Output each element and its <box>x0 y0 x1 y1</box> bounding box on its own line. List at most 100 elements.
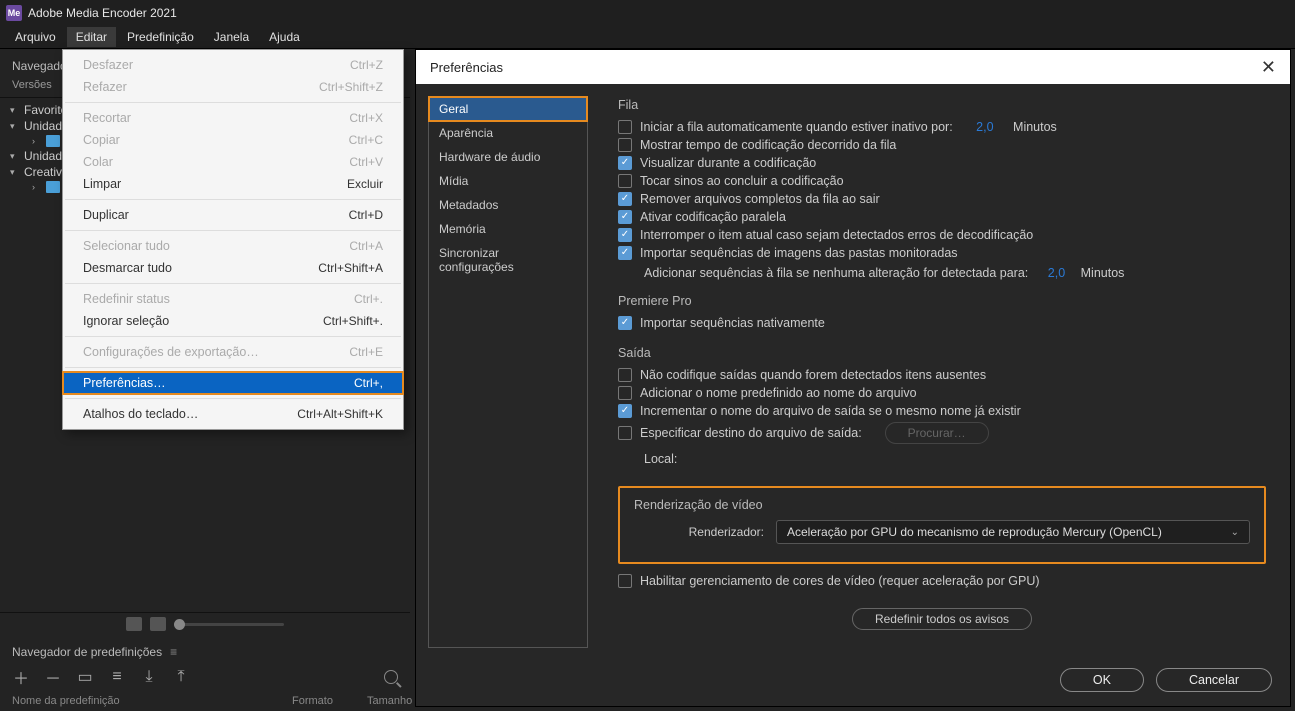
menu-item-ignorar-sele-o[interactable]: Ignorar seleção Ctrl+Shift+. <box>63 310 403 332</box>
menu-item-atalhos-do-teclado[interactable]: Atalhos do teclado…Ctrl+Alt+Shift+K <box>63 403 403 425</box>
menu-item-label: Duplicar <box>83 208 129 222</box>
chk-increment-name[interactable] <box>618 404 632 418</box>
col-size[interactable]: Tamanho <box>367 695 412 707</box>
ok-button[interactable]: OK <box>1060 668 1144 692</box>
cancel-button[interactable]: Cancelar <box>1156 668 1272 692</box>
menu-item-shortcut: Ctrl+, <box>354 376 383 390</box>
menu-arquivo[interactable]: Arquivo <box>6 27 65 47</box>
menu-item-selecionar-tudo: Selecionar tudoCtrl+A <box>63 235 403 257</box>
category-m-dia[interactable]: Mídia <box>429 169 587 193</box>
category-geral[interactable]: Geral <box>429 97 587 121</box>
menu-separator <box>65 283 401 284</box>
menu-predefinicao[interactable]: Predefinição <box>118 27 203 47</box>
menu-item-shortcut: Ctrl+V <box>349 155 383 169</box>
menu-item-redefinir-status: Redefinir statusCtrl+. <box>63 288 403 310</box>
caret-icon: › <box>32 136 42 146</box>
thumb-view-icon[interactable] <box>150 617 166 631</box>
menu-item-limpar[interactable]: LimparExcluir <box>63 173 403 195</box>
chk-add-preset-name[interactable] <box>618 386 632 400</box>
val-add-seq[interactable]: 2,0 <box>1048 266 1065 280</box>
menu-item-label: Atalhos do teclado… <box>83 407 198 421</box>
menu-item-label: Preferências… <box>83 376 166 390</box>
category-sincronizar-configura-es[interactable]: Sincronizar configurações <box>429 241 587 279</box>
section-fila: Fila <box>618 98 1266 112</box>
category-metadados[interactable]: Metadados <box>429 193 587 217</box>
view-toolbar <box>0 613 410 635</box>
category-mem-ria[interactable]: Memória <box>429 217 587 241</box>
chk-stop-err[interactable] <box>618 228 632 242</box>
titlebar: Me Adobe Media Encoder 2021 <box>0 0 1295 26</box>
lbl-color-mgmt: Habilitar gerenciamento de cores de víde… <box>640 574 1040 588</box>
preset-folder-icon[interactable]: ▭ <box>76 669 94 685</box>
chk-specify-dest[interactable] <box>618 426 632 440</box>
unit-add-seq: Minutos <box>1081 266 1125 280</box>
chk-auto-start[interactable] <box>618 120 632 134</box>
lbl-sounds: Tocar sinos ao concluir a codificação <box>640 174 844 188</box>
section-render: Renderização de vídeo <box>634 498 1250 512</box>
settings-pane: Fila Iniciar a fila automaticamente quan… <box>588 84 1290 660</box>
chk-no-encode-missing[interactable] <box>618 368 632 382</box>
reset-warnings-button[interactable]: Redefinir todos os avisos <box>852 608 1032 630</box>
preset-export-icon[interactable]: ⤒ <box>172 669 190 685</box>
add-preset-icon[interactable]: ＋ <box>12 669 30 685</box>
menu-item-desfazer: DesfazerCtrl+Z <box>63 54 403 76</box>
menu-item-label: Redefinir status <box>83 292 170 306</box>
category-list: GeralAparênciaHardware de áudioMídiaMeta… <box>428 96 588 648</box>
menu-separator <box>65 230 401 231</box>
search-icon[interactable] <box>384 670 398 684</box>
val-auto-start[interactable]: 2,0 <box>976 120 993 134</box>
menu-editar[interactable]: Editar <box>67 27 116 47</box>
menu-janela[interactable]: Janela <box>205 27 258 47</box>
browse-button[interactable]: Procurar… <box>885 422 989 444</box>
thumb-size-slider[interactable] <box>174 623 284 626</box>
chk-import-seq[interactable] <box>618 246 632 260</box>
menu-item-desmarcar-tudo[interactable]: Desmarcar tudoCtrl+Shift+A <box>63 257 403 279</box>
chevron-down-icon: ⌄ <box>1231 527 1239 538</box>
preset-settings-icon[interactable]: ≡ <box>108 669 126 685</box>
category-hardware-de-udio[interactable]: Hardware de áudio <box>429 145 587 169</box>
menu-item-duplicar[interactable]: DuplicarCtrl+D <box>63 204 403 226</box>
list-view-icon[interactable] <box>126 617 142 631</box>
lbl-parallel: Ativar codificação paralela <box>640 210 786 224</box>
caret-icon: ▾ <box>10 151 20 162</box>
lbl-no-encode-missing: Não codifique saídas quando forem detect… <box>640 368 986 382</box>
menu-item-label: Limpar <box>83 177 121 191</box>
close-icon[interactable]: ✕ <box>1261 57 1276 78</box>
folder-icon <box>46 181 60 193</box>
dialog-title-text: Preferências <box>430 60 503 75</box>
preset-import-icon[interactable]: ⤓ <box>140 669 158 685</box>
lbl-stop-err: Interromper o item atual caso sejam dete… <box>640 228 1033 242</box>
menu-item-shortcut: Ctrl+Shift+. <box>323 314 383 328</box>
panel-menu-icon[interactable]: ≡ <box>170 645 177 659</box>
menu-item-configura-es-de-exporta-o: Configurações de exportação…Ctrl+E <box>63 341 403 363</box>
chk-parallel[interactable] <box>618 210 632 224</box>
menu-separator <box>65 398 401 399</box>
caret-icon: › <box>32 182 42 192</box>
menu-item-prefer-ncias[interactable]: Preferências… Ctrl+, <box>63 372 403 394</box>
remove-preset-icon[interactable]: － <box>44 669 62 685</box>
col-name[interactable]: Nome da predefinição <box>12 695 292 707</box>
menu-separator <box>65 102 401 103</box>
menu-item-label: Configurações de exportação… <box>83 345 259 359</box>
chk-sounds[interactable] <box>618 174 632 188</box>
caret-icon: ▾ <box>10 105 20 116</box>
menu-item-label: Ignorar seleção <box>83 314 169 328</box>
app-icon: Me <box>6 5 22 21</box>
chk-preview[interactable] <box>618 156 632 170</box>
menu-item-shortcut: Ctrl+X <box>349 111 383 125</box>
menu-item-label: Desmarcar tudo <box>83 261 172 275</box>
chk-show-elapsed[interactable] <box>618 138 632 152</box>
lbl-show-elapsed: Mostrar tempo de codificação decorrido d… <box>640 138 896 152</box>
chk-premiere-native[interactable] <box>618 316 632 330</box>
lbl-import-seq: Importar sequências de imagens das pasta… <box>640 246 958 260</box>
lbl-remove-done: Remover arquivos completos da fila ao sa… <box>640 192 880 206</box>
chk-color-mgmt[interactable] <box>618 574 632 588</box>
category-apar-ncia[interactable]: Aparência <box>429 121 587 145</box>
renderer-select[interactable]: Aceleração por GPU do mecanismo de repro… <box>776 520 1250 544</box>
lbl-preview: Visualizar durante a codificação <box>640 156 816 170</box>
menu-ajuda[interactable]: Ajuda <box>260 27 309 47</box>
col-format[interactable]: Formato <box>292 695 367 707</box>
dialog-titlebar: Preferências ✕ <box>416 50 1290 84</box>
chk-remove-done[interactable] <box>618 192 632 206</box>
preset-toolbar: ＋ － ▭ ≡ ⤓ ⤒ <box>0 663 410 691</box>
